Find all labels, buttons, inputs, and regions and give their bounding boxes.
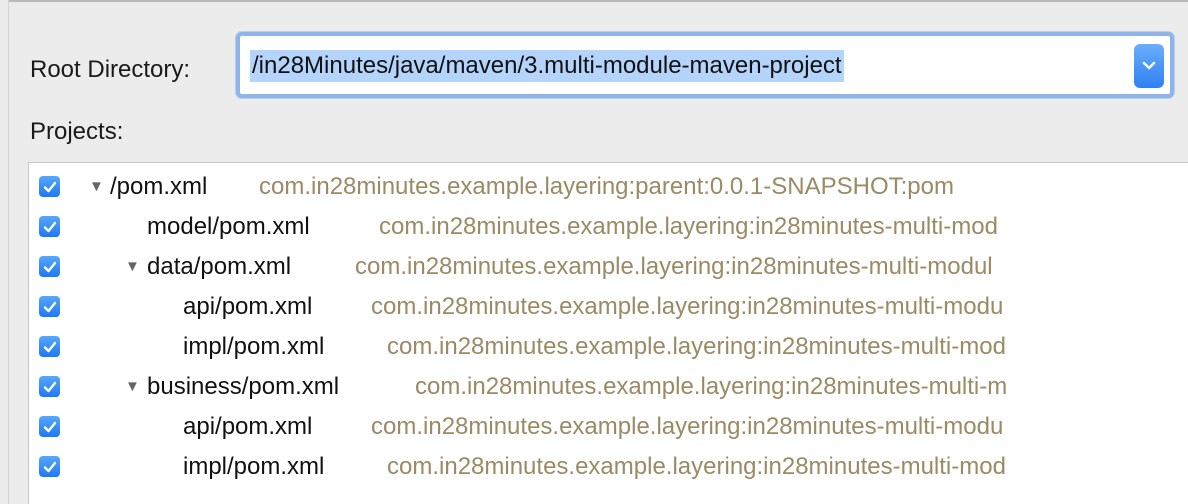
project-row-parent[interactable]: ▼ /pom.xml com.in28minutes.example.layer… — [29, 167, 1188, 207]
project-checkbox[interactable] — [39, 296, 60, 317]
project-checkbox[interactable] — [39, 416, 60, 437]
panel-left-border — [8, 0, 9, 504]
project-coordinates: com.in28minutes.example.layering:in28min… — [415, 373, 1008, 400]
project-coordinates: com.in28minutes.example.layering:in28min… — [387, 333, 1006, 360]
root-directory-input[interactable]: /in28Minutes/java/maven/3.multi-module-m… — [250, 50, 844, 82]
project-row-data-impl[interactable]: impl/pom.xml com.in28minutes.example.lay… — [29, 327, 1188, 367]
project-path: impl/pom.xml — [183, 333, 325, 360]
project-path: api/pom.xml — [183, 413, 313, 440]
project-checkbox[interactable] — [39, 456, 60, 477]
checkmark-icon — [43, 221, 56, 232]
chevron-down-icon — [1142, 61, 1156, 70]
checkmark-icon — [43, 381, 56, 392]
project-row-model[interactable]: model/pom.xml com.in28minutes.example.la… — [29, 207, 1188, 247]
checkmark-icon — [43, 341, 56, 352]
project-coordinates: com.in28minutes.example.layering:in28min… — [387, 453, 1006, 480]
project-path: api/pom.xml — [183, 293, 313, 320]
disclosure-triangle-icon[interactable]: ▼ — [125, 257, 140, 277]
checkmark-icon — [43, 461, 56, 472]
root-directory-dropdown-button[interactable] — [1134, 44, 1164, 88]
project-coordinates: com.in28minutes.example.layering:parent:… — [259, 173, 954, 200]
project-row-business[interactable]: ▼ business/pom.xml com.in28minutes.examp… — [29, 367, 1188, 407]
root-directory-label: Root Directory: — [30, 56, 191, 83]
project-checkbox[interactable] — [39, 216, 60, 237]
project-coordinates: com.in28minutes.example.layering:in28min… — [371, 413, 1004, 440]
project-path: model/pom.xml — [147, 213, 310, 240]
checkmark-icon — [43, 421, 56, 432]
project-checkbox[interactable] — [39, 256, 60, 277]
project-path: impl/pom.xml — [183, 453, 325, 480]
project-path: data/pom.xml — [147, 253, 292, 280]
project-path: business/pom.xml — [147, 373, 340, 400]
projects-tree[interactable]: ▼ /pom.xml com.in28minutes.example.layer… — [28, 162, 1188, 504]
project-row-business-api[interactable]: api/pom.xml com.in28minutes.example.laye… — [29, 407, 1188, 447]
disclosure-triangle-icon[interactable]: ▼ — [89, 177, 104, 197]
project-row-business-impl[interactable]: impl/pom.xml com.in28minutes.example.lay… — [29, 447, 1188, 487]
project-path: /pom.xml — [110, 173, 208, 200]
checkmark-icon — [43, 181, 56, 192]
project-checkbox[interactable] — [39, 176, 60, 197]
project-row-data[interactable]: ▼ data/pom.xml com.in28minutes.example.l… — [29, 247, 1188, 287]
checkmark-icon — [43, 301, 56, 312]
project-checkbox[interactable] — [39, 376, 60, 397]
project-coordinates: com.in28minutes.example.layering:in28min… — [355, 253, 993, 280]
disclosure-triangle-icon[interactable]: ▼ — [125, 377, 140, 397]
panel-top-border — [8, 0, 1188, 2]
project-coordinates: com.in28minutes.example.layering:in28min… — [371, 293, 1004, 320]
project-checkbox[interactable] — [39, 336, 60, 357]
checkmark-icon — [43, 261, 56, 272]
projects-label: Projects: — [30, 118, 124, 145]
project-coordinates: com.in28minutes.example.layering:in28min… — [379, 213, 998, 240]
root-directory-combobox[interactable]: /in28Minutes/java/maven/3.multi-module-m… — [236, 32, 1174, 98]
project-row-data-api[interactable]: api/pom.xml com.in28minutes.example.laye… — [29, 287, 1188, 327]
